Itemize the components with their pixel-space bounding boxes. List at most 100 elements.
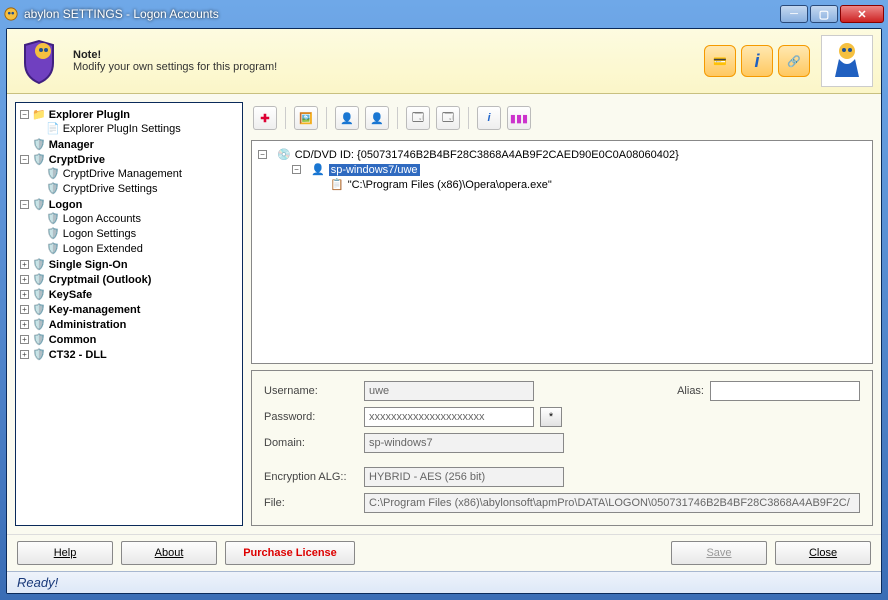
cd-id-node[interactable]: CD/DVD ID: {050731746B2B4BF28C3868A4AB9F… [295, 149, 679, 161]
link-button[interactable]: 🔗 [778, 45, 810, 77]
folder-icon: 📁 [32, 108, 46, 121]
app-window: abylon SETTINGS - Logon Accounts ─ ▢ ✕ N… [0, 0, 888, 600]
shield-icon: 🛡️ [46, 167, 60, 180]
app-add-button[interactable]: 🗔 [406, 106, 430, 130]
info-tool-button[interactable]: i [477, 106, 501, 130]
username-field: uwe [364, 381, 534, 401]
tree-cryptdrive-mgmt[interactable]: CryptDrive Management [63, 168, 182, 180]
tree-common[interactable]: Common [49, 334, 97, 346]
mascot-icon [825, 39, 869, 83]
tree-manager[interactable]: Manager [49, 139, 94, 151]
tree-explorer-plugin-settings[interactable]: Explorer PlugIn Settings [63, 123, 181, 135]
expand-icon[interactable]: + [20, 320, 29, 329]
card-icon: 💳 [713, 55, 727, 68]
minimize-button[interactable]: ─ [780, 5, 808, 23]
purchase-license-button[interactable]: Purchase License [225, 541, 355, 565]
shield-icon: 🛡️ [46, 242, 60, 255]
expand-icon[interactable]: + [20, 305, 29, 314]
expand-icon[interactable]: + [20, 260, 29, 269]
image-icon: 🖼️ [299, 112, 313, 125]
tree-explorer-plugin[interactable]: Explorer PlugIn [49, 109, 130, 121]
note-body: Modify your own settings for this progra… [73, 61, 277, 73]
tree-logon-accounts[interactable]: Logon Accounts [63, 213, 141, 225]
tree-keysafe[interactable]: KeySafe [49, 289, 92, 301]
app-path-node[interactable]: "C:\Program Files (x86)\Opera\opera.exe" [348, 179, 552, 191]
expand-icon[interactable]: − [20, 155, 29, 164]
details-form: Username: uwe Alias: Password: * Domain:… [251, 370, 873, 526]
add-button[interactable]: ✚ [253, 106, 277, 130]
tree-keymgmt[interactable]: Key-management [49, 304, 141, 316]
disc-icon: 💿 [277, 148, 291, 161]
expand-icon[interactable]: + [20, 290, 29, 299]
expand-icon[interactable]: − [258, 150, 267, 159]
tree-sso[interactable]: Single Sign-On [49, 259, 128, 271]
barcode-icon: ▮▮▮ [510, 112, 528, 125]
app-icon [4, 7, 18, 21]
tree-logon-extended[interactable]: Logon Extended [63, 243, 143, 255]
user-add-button[interactable]: 👤 [335, 106, 359, 130]
app-plus-icon: 🗔 [412, 109, 424, 128]
password-label: Password: [264, 411, 358, 423]
user-node-selected[interactable]: sp-windows7/uwe [329, 164, 420, 176]
save-button: Save [671, 541, 767, 565]
info-button[interactable]: i [741, 45, 773, 77]
file-field: C:\Program Files (x86)\abylonsoft\apmPro… [364, 493, 860, 513]
tree-ct32[interactable]: CT32 - DLL [49, 349, 107, 361]
expand-icon[interactable]: + [20, 335, 29, 344]
domain-label: Domain: [264, 437, 358, 449]
tree-admin[interactable]: Administration [49, 319, 127, 331]
window-title: abylon SETTINGS - Logon Accounts [24, 7, 778, 21]
shield-icon: 🛡️ [46, 212, 60, 225]
titlebar[interactable]: abylon SETTINGS - Logon Accounts ─ ▢ ✕ [0, 0, 888, 28]
account-tree[interactable]: −💿CD/DVD ID: {050731746B2B4BF28C3868A4AB… [251, 140, 873, 364]
info-icon: i [487, 112, 490, 124]
expand-icon[interactable]: − [20, 110, 29, 119]
separator [326, 107, 327, 129]
user-minus-icon: 👤 [370, 112, 384, 125]
close-button[interactable]: Close [775, 541, 871, 565]
barcode-button[interactable]: ▮▮▮ [507, 106, 531, 130]
note-header: Note! Modify your own settings for this … [7, 29, 881, 94]
about-button[interactable]: About [121, 541, 217, 565]
note-heading: Note! [73, 49, 277, 61]
app-remove-button[interactable]: 🗔 [436, 106, 460, 130]
close-window-button[interactable]: ✕ [840, 5, 884, 23]
shield-icon: 🛡️ [46, 182, 60, 195]
status-bar: Ready! [7, 571, 881, 593]
alias-input[interactable] [710, 381, 860, 401]
expand-icon[interactable]: + [20, 275, 29, 284]
tree-cryptdrive[interactable]: CryptDrive [49, 154, 105, 166]
tree-cryptmail[interactable]: Cryptmail (Outlook) [49, 274, 152, 286]
separator [397, 107, 398, 129]
client-area: Note! Modify your own settings for this … [6, 28, 882, 594]
shield-icon: 🛡️ [32, 348, 46, 361]
right-pane: ✚ 🖼️ 👤 👤 🗔 🗔 i ▮▮▮ −💿CD/DVD ID: {0507317… [251, 102, 873, 526]
encryption-field: HYBRID - AES (256 bit) [364, 467, 564, 487]
app-minus-icon: 🗔 [442, 109, 454, 128]
separator [285, 107, 286, 129]
plus-icon: ✚ [260, 112, 269, 125]
image-button[interactable]: 🖼️ [294, 106, 318, 130]
shield-icon: 🛡️ [32, 198, 46, 211]
expand-icon[interactable]: + [20, 350, 29, 359]
reveal-password-button[interactable]: * [540, 407, 562, 427]
password-input[interactable] [364, 407, 534, 427]
shield-icon: 🛡️ [32, 303, 46, 316]
help-button[interactable]: Help [17, 541, 113, 565]
shield-icon: 🛡️ [32, 288, 46, 301]
toolbar: ✚ 🖼️ 👤 👤 🗔 🗔 i ▮▮▮ [251, 102, 873, 134]
maximize-button[interactable]: ▢ [810, 5, 838, 23]
tree-cryptdrive-settings[interactable]: CryptDrive Settings [63, 183, 158, 195]
shield-icon: 🛡️ [32, 333, 46, 346]
main-area: −📁Explorer PlugIn 📄Explorer PlugIn Setti… [7, 94, 881, 534]
tree-logon[interactable]: Logon [49, 199, 83, 211]
expand-icon[interactable]: − [292, 165, 301, 174]
expand-icon[interactable]: − [20, 200, 29, 209]
user-icon: 👤 [311, 163, 325, 176]
card-button[interactable]: 💳 [704, 45, 736, 77]
tree-logon-settings[interactable]: Logon Settings [63, 228, 136, 240]
nav-tree[interactable]: −📁Explorer PlugIn 📄Explorer PlugIn Setti… [15, 102, 243, 526]
user-remove-button[interactable]: 👤 [365, 106, 389, 130]
encryption-label: Encryption ALG:: [264, 471, 358, 483]
username-label: Username: [264, 385, 358, 397]
